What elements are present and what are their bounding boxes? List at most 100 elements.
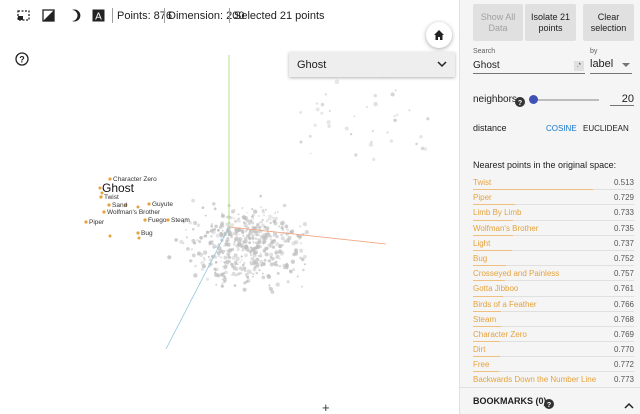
data-point[interactable] (289, 270, 293, 274)
data-point[interactable] (242, 240, 245, 243)
data-point[interactable] (247, 222, 251, 225)
data-point[interactable] (237, 213, 240, 216)
data-point[interactable] (415, 142, 418, 146)
data-point[interactable] (296, 275, 299, 278)
highlighted-point[interactable] (108, 234, 112, 238)
data-point[interactable] (223, 266, 227, 270)
data-point[interactable] (202, 250, 208, 255)
data-point[interactable] (191, 238, 196, 243)
data-point[interactable] (223, 271, 226, 275)
data-point[interactable] (419, 134, 423, 139)
data-point[interactable] (249, 246, 252, 249)
cosine-button[interactable]: COSINE (546, 124, 577, 133)
data-point[interactable] (276, 271, 280, 275)
nearest-point-row[interactable]: Twist 0.513 (473, 176, 634, 191)
data-point[interactable] (223, 255, 228, 260)
data-point[interactable] (191, 198, 195, 203)
data-point[interactable] (215, 283, 218, 286)
data-point[interactable] (243, 261, 246, 265)
data-point[interactable] (334, 79, 340, 85)
data-point[interactable] (303, 263, 306, 266)
data-point[interactable] (240, 255, 243, 258)
data-point[interactable] (167, 255, 172, 260)
data-point[interactable] (279, 252, 284, 256)
data-point[interactable] (220, 212, 223, 215)
data-point[interactable] (328, 109, 331, 113)
regex-toggle[interactable]: .* (574, 61, 584, 71)
data-point[interactable] (246, 211, 249, 214)
data-point[interactable] (320, 102, 325, 107)
data-point[interactable] (227, 248, 233, 253)
data-point[interactable] (423, 147, 428, 151)
data-point[interactable] (389, 139, 394, 143)
data-point[interactable] (212, 202, 216, 206)
data-point[interactable] (242, 234, 245, 237)
nearest-point-row[interactable]: Dirt 0.770 (473, 343, 634, 358)
help-icon[interactable]: ? (515, 94, 525, 107)
selection-dropdown[interactable]: Ghost (289, 52, 455, 77)
data-point[interactable] (192, 228, 195, 231)
data-point[interactable] (200, 261, 205, 266)
data-point[interactable] (315, 102, 319, 105)
data-point[interactable] (216, 251, 219, 254)
data-point[interactable] (226, 252, 231, 256)
data-point[interactable] (182, 242, 185, 245)
data-point[interactable] (208, 242, 212, 246)
data-point[interactable] (210, 234, 213, 238)
data-point[interactable] (223, 280, 227, 283)
data-point[interactable] (202, 256, 205, 259)
data-point[interactable] (250, 252, 253, 255)
data-point[interactable] (232, 264, 236, 268)
data-point[interactable] (249, 271, 253, 275)
data-point[interactable] (248, 234, 251, 237)
neighbors-slider-thumb[interactable] (529, 95, 538, 104)
show-all-data-button[interactable]: Show All Data (473, 4, 523, 41)
data-point[interactable] (271, 216, 275, 220)
data-point[interactable] (344, 126, 349, 131)
data-point[interactable] (236, 217, 240, 221)
data-point[interactable] (408, 109, 411, 112)
data-point[interactable] (261, 218, 264, 221)
highlighted-point[interactable] (166, 218, 170, 222)
data-point[interactable] (263, 258, 267, 262)
data-point[interactable] (261, 272, 264, 275)
data-point[interactable] (259, 252, 262, 255)
data-point[interactable] (233, 284, 237, 287)
data-point[interactable] (214, 272, 219, 277)
data-point[interactable] (252, 267, 257, 272)
data-point[interactable] (207, 255, 210, 259)
label-icon[interactable]: A (92, 9, 105, 22)
data-point[interactable] (223, 261, 226, 264)
data-point[interactable] (300, 285, 303, 288)
data-point[interactable] (249, 262, 253, 266)
data-point[interactable] (214, 224, 218, 229)
nearest-point-name[interactable]: Wolfman's Brother (473, 224, 538, 233)
data-point[interactable] (271, 240, 275, 244)
clear-selection-button[interactable]: Clear selection (583, 4, 634, 41)
data-point[interactable] (198, 252, 204, 257)
data-point[interactable] (263, 214, 266, 217)
data-point[interactable] (213, 207, 217, 211)
data-point[interactable] (280, 233, 284, 237)
nearest-point-row[interactable]: Bug 0.752 (473, 252, 634, 267)
data-point[interactable] (238, 237, 243, 241)
nearest-point-name[interactable]: Steam (473, 315, 496, 324)
data-point[interactable] (205, 230, 210, 235)
data-point[interactable] (211, 240, 214, 243)
nearest-point-row[interactable]: Birds of a Feather 0.766 (473, 298, 634, 313)
data-point[interactable] (271, 257, 275, 261)
data-point[interactable] (239, 261, 242, 264)
data-point[interactable] (393, 118, 397, 123)
data-point[interactable] (251, 215, 254, 218)
data-point[interactable] (290, 229, 295, 234)
data-point[interactable] (253, 251, 257, 256)
data-point[interactable] (395, 113, 399, 117)
data-point[interactable] (242, 287, 247, 292)
data-point[interactable] (215, 233, 220, 238)
data-point[interactable] (217, 254, 221, 258)
data-point[interactable] (284, 265, 289, 270)
data-point[interactable] (196, 253, 199, 256)
data-point[interactable] (248, 231, 252, 235)
data-point[interactable] (210, 224, 214, 228)
data-point[interactable] (244, 253, 248, 258)
